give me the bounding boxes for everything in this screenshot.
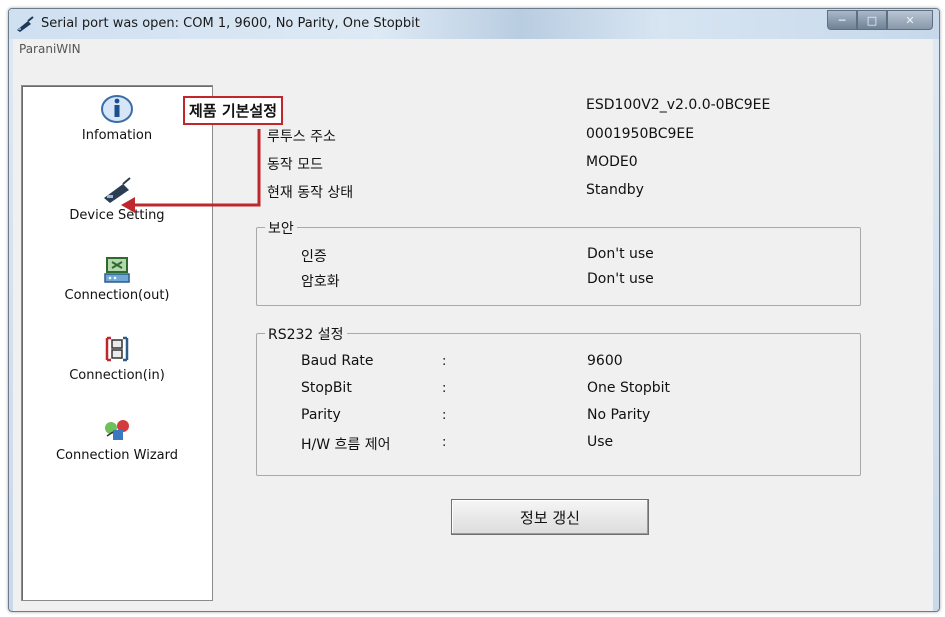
window-title: Serial port was open: COM 1, 9600, No Pa… <box>41 16 420 31</box>
close-icon: ✕ <box>905 13 915 27</box>
maximize-icon: □ <box>866 13 878 27</box>
annotation-arrow <box>121 129 261 213</box>
title-bar[interactable]: Serial port was open: COM 1, 9600, No Pa… <box>9 9 939 39</box>
serial-cable-icon <box>17 16 34 32</box>
maximize-button[interactable]: □ <box>857 10 887 30</box>
menu-bar: ParaniWIN <box>13 39 933 60</box>
app-window: Serial port was open: COM 1, 9600, No Pa… <box>8 8 940 612</box>
close-button[interactable]: ✕ <box>887 10 933 30</box>
minimize-button[interactable]: ─ <box>827 10 857 30</box>
annotation-callout: 제품 기본설정 <box>183 96 284 125</box>
minimize-icon: ─ <box>838 13 846 27</box>
client-area: Infomation Device Setting Connection(out… <box>13 59 933 611</box>
app-name-label: ParaniWIN <box>19 42 81 56</box>
